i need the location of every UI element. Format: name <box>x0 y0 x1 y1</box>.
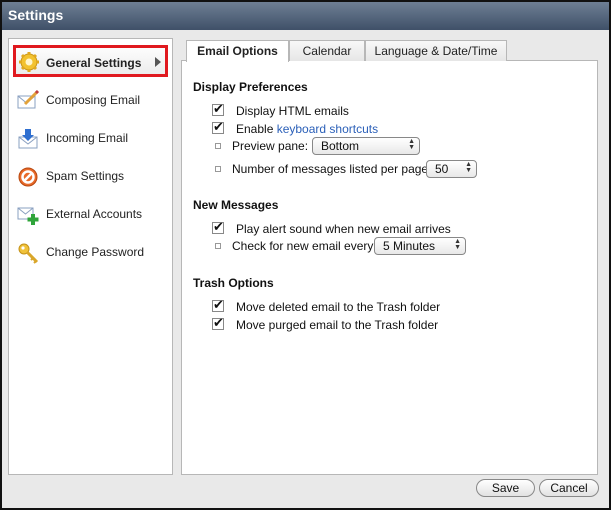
tab-label: Email Options <box>197 44 278 58</box>
bullet-marker <box>215 243 221 249</box>
move-deleted-label: Move deleted email to the Trash folder <box>236 300 441 314</box>
title-bar: Settings <box>2 2 609 30</box>
stepper-arrows-icon: ▲ ▼ <box>465 161 472 174</box>
select-value: 50 <box>435 162 449 176</box>
window-title: Settings <box>8 7 64 23</box>
cancel-button[interactable]: Cancel <box>539 479 599 497</box>
move-deleted-checkbox[interactable] <box>212 297 224 313</box>
tab-email-options[interactable]: Email Options <box>186 40 289 62</box>
move-purged-checkbox[interactable] <box>212 315 224 331</box>
preview-pane-label: Preview pane: <box>232 139 309 153</box>
compose-icon <box>17 89 40 112</box>
sidebar-item-general-settings[interactable]: General Settings <box>13 45 168 77</box>
preview-pane-select[interactable]: Bottom ▲ ▼ <box>312 137 420 155</box>
sidebar-item-external-accounts[interactable]: External Accounts <box>9 198 172 232</box>
keyboard-shortcuts-link[interactable]: keyboard shortcuts <box>277 122 378 136</box>
tab-label: Calendar <box>302 44 352 58</box>
trash-options-heading: Trash Options <box>193 276 274 290</box>
move-purged-label: Move purged email to the Trash folder <box>236 318 439 332</box>
keyboard-shortcuts-label: Enable keyboard shortcuts <box>236 122 378 136</box>
sidebar-item-label: Composing Email <box>46 93 141 107</box>
select-value: 5 Minutes <box>383 239 436 253</box>
stepper-arrows-icon: ▲ ▼ <box>408 138 415 151</box>
alert-sound-checkbox[interactable] <box>212 219 224 235</box>
settings-sidebar: General Settings Composing Email Incomin… <box>8 38 173 475</box>
spam-block-icon <box>17 166 39 188</box>
bullet-marker <box>215 143 221 149</box>
enable-text: Enable <box>236 122 277 136</box>
incoming-mail-icon <box>17 128 39 150</box>
sidebar-item-label: General Settings <box>46 56 142 70</box>
alert-sound-label: Play alert sound when new email arrives <box>236 222 451 236</box>
bullet-marker <box>215 166 221 172</box>
messages-per-page-select[interactable]: 50 ▲ ▼ <box>426 160 477 178</box>
display-html-label: Display HTML emails <box>236 104 349 118</box>
messages-per-page-label: Number of messages listed per page: <box>232 162 432 176</box>
sidebar-item-incoming-email[interactable]: Incoming Email <box>9 122 172 156</box>
chevron-right-icon <box>155 57 161 67</box>
sidebar-item-label: External Accounts <box>46 207 143 221</box>
gear-icon <box>18 51 40 73</box>
sidebar-item-change-password[interactable]: Change Password <box>9 236 172 270</box>
new-messages-heading: New Messages <box>193 198 279 212</box>
tab-calendar[interactable]: Calendar <box>289 40 365 61</box>
external-accounts-icon <box>17 204 39 226</box>
sidebar-item-label: Incoming Email <box>46 131 129 145</box>
check-every-select[interactable]: 5 Minutes ▲ ▼ <box>374 237 466 255</box>
sidebar-item-composing-email[interactable]: Composing Email <box>9 84 172 118</box>
tab-language-date-time[interactable]: Language & Date/Time <box>365 40 507 61</box>
keyboard-shortcuts-checkbox[interactable] <box>212 119 224 135</box>
sidebar-item-label: Spam Settings <box>46 169 125 183</box>
check-every-label: Check for new email every: <box>232 239 377 253</box>
sidebar-item-spam-settings[interactable]: Spam Settings <box>9 160 172 194</box>
display-preferences-heading: Display Preferences <box>193 80 308 94</box>
sidebar-item-label: Change Password <box>46 245 145 259</box>
stepper-arrows-icon: ▲ ▼ <box>454 238 461 251</box>
key-icon <box>17 242 39 264</box>
select-value: Bottom <box>321 139 360 153</box>
display-html-checkbox[interactable] <box>212 101 224 117</box>
tab-label: Language & Date/Time <box>374 44 498 58</box>
save-button[interactable]: Save <box>476 479 535 497</box>
